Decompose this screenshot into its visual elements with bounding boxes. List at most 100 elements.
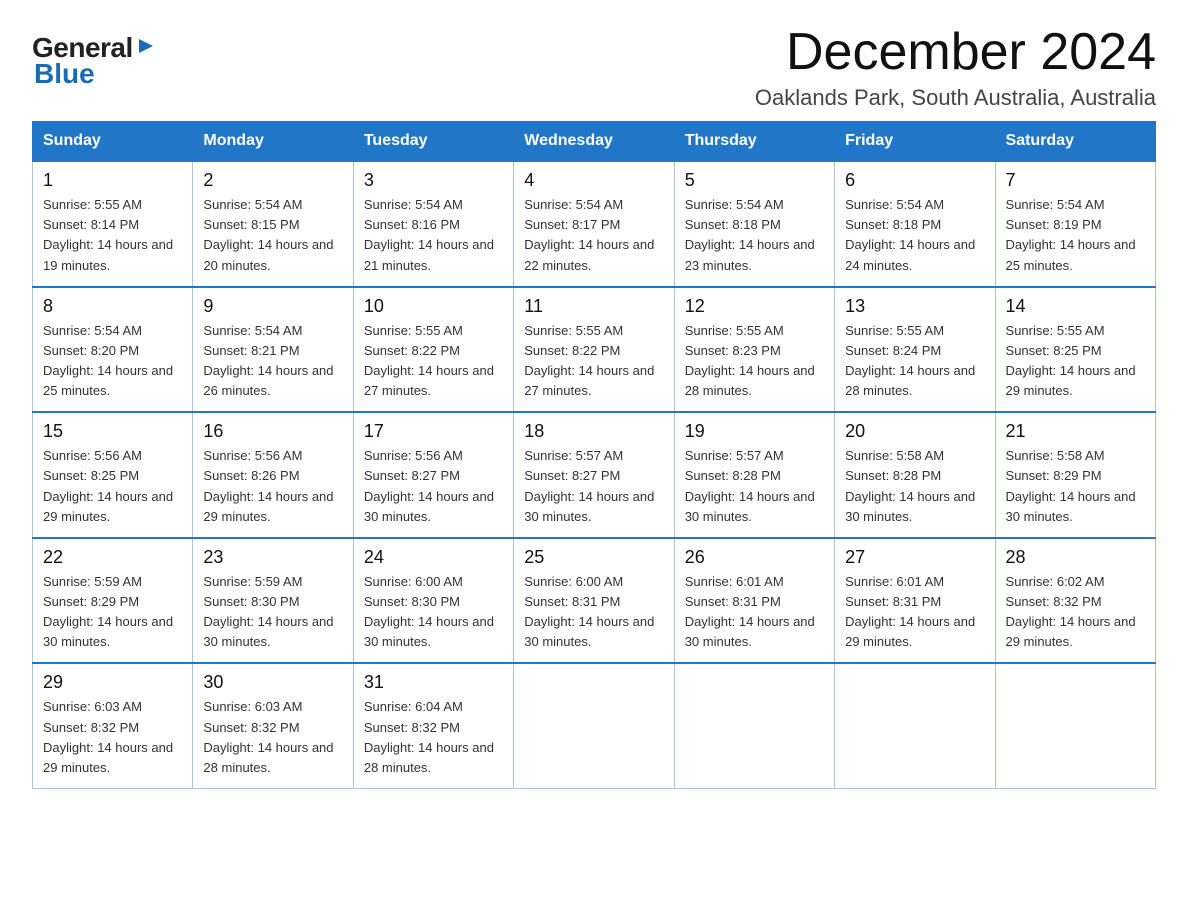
day-info: Sunrise: 5:55 AMSunset: 8:25 PMDaylight:… bbox=[1006, 321, 1145, 402]
page-header: General Blue December 2024 Oaklands Park… bbox=[32, 24, 1156, 111]
day-number: 15 bbox=[43, 421, 182, 442]
day-info: Sunrise: 5:54 AMSunset: 8:18 PMDaylight:… bbox=[845, 195, 984, 276]
calendar-cell: 18Sunrise: 5:57 AMSunset: 8:27 PMDayligh… bbox=[514, 412, 674, 538]
calendar-cell: 23 Sunrise: 5:59 AMSunset: 8:30 PMDayligh… bbox=[193, 538, 353, 664]
calendar-cell: 5 Sunrise: 5:54 AMSunset: 8:18 PMDaylight… bbox=[674, 161, 834, 287]
calendar-cell: 17 Sunrise: 5:56 AMSunset: 8:27 PMDayligh… bbox=[353, 412, 513, 538]
day-number: 5 bbox=[685, 170, 824, 191]
day-number: 26 bbox=[685, 547, 824, 568]
day-info: Sunrise: 5:56 AMSunset: 8:27 PMDaylight:… bbox=[364, 446, 503, 527]
calendar-cell: 14 Sunrise: 5:55 AMSunset: 8:25 PMDayligh… bbox=[995, 287, 1155, 413]
logo-triangle-icon bbox=[135, 39, 157, 57]
calendar-cell: 8 Sunrise: 5:54 AMSunset: 8:20 PMDaylight… bbox=[33, 287, 193, 413]
calendar-cell: 22Sunrise: 5:59 AMSunset: 8:29 PMDayligh… bbox=[33, 538, 193, 664]
day-number: 2 bbox=[203, 170, 342, 191]
day-info: Sunrise: 5:54 AMSunset: 8:21 PMDaylight:… bbox=[203, 321, 342, 402]
day-number: 8 bbox=[43, 296, 182, 317]
day-number: 1 bbox=[43, 170, 182, 191]
day-info: Sunrise: 5:56 AMSunset: 8:25 PMDaylight:… bbox=[43, 446, 182, 527]
day-number: 16 bbox=[203, 421, 342, 442]
weekday-header-tuesday: Tuesday bbox=[353, 122, 513, 162]
day-info: Sunrise: 5:59 AMSunset: 8:30 PMDaylight:… bbox=[203, 572, 342, 653]
day-info: Sunrise: 5:59 AMSunset: 8:29 PMDaylight:… bbox=[43, 572, 182, 653]
calendar-week-row: 22Sunrise: 5:59 AMSunset: 8:29 PMDayligh… bbox=[33, 538, 1156, 664]
logo: General Blue bbox=[32, 32, 157, 90]
day-info: Sunrise: 5:56 AMSunset: 8:26 PMDaylight:… bbox=[203, 446, 342, 527]
weekday-header-monday: Monday bbox=[193, 122, 353, 162]
day-info: Sunrise: 5:58 AMSunset: 8:29 PMDaylight:… bbox=[1006, 446, 1145, 527]
calendar-cell: 4 Sunrise: 5:54 AMSunset: 8:17 PMDaylight… bbox=[514, 161, 674, 287]
calendar-cell: 9 Sunrise: 5:54 AMSunset: 8:21 PMDaylight… bbox=[193, 287, 353, 413]
day-number: 18 bbox=[524, 421, 663, 442]
day-info: Sunrise: 5:55 AMSunset: 8:14 PMDaylight:… bbox=[43, 195, 182, 276]
calendar-cell: 16 Sunrise: 5:56 AMSunset: 8:26 PMDayligh… bbox=[193, 412, 353, 538]
day-info: Sunrise: 6:00 AMSunset: 8:31 PMDaylight:… bbox=[524, 572, 663, 653]
day-info: Sunrise: 6:01 AMSunset: 8:31 PMDaylight:… bbox=[845, 572, 984, 653]
calendar-cell: 29 Sunrise: 6:03 AMSunset: 8:32 PMDayligh… bbox=[33, 663, 193, 788]
day-info: Sunrise: 6:04 AMSunset: 8:32 PMDaylight:… bbox=[364, 697, 503, 778]
weekday-header-wednesday: Wednesday bbox=[514, 122, 674, 162]
day-number: 17 bbox=[364, 421, 503, 442]
calendar-week-row: 8 Sunrise: 5:54 AMSunset: 8:20 PMDaylight… bbox=[33, 287, 1156, 413]
calendar-cell: 30 Sunrise: 6:03 AMSunset: 8:32 PMDayligh… bbox=[193, 663, 353, 788]
day-number: 25 bbox=[524, 547, 663, 568]
day-info: Sunrise: 5:54 AMSunset: 8:19 PMDaylight:… bbox=[1006, 195, 1145, 276]
day-number: 19 bbox=[685, 421, 824, 442]
calendar-header-row: SundayMondayTuesdayWednesdayThursdayFrid… bbox=[33, 122, 1156, 162]
day-info: Sunrise: 6:01 AMSunset: 8:31 PMDaylight:… bbox=[685, 572, 824, 653]
calendar-cell bbox=[995, 663, 1155, 788]
day-info: Sunrise: 6:03 AMSunset: 8:32 PMDaylight:… bbox=[43, 697, 182, 778]
day-number: 6 bbox=[845, 170, 984, 191]
calendar-cell: 20Sunrise: 5:58 AMSunset: 8:28 PMDayligh… bbox=[835, 412, 995, 538]
day-number: 7 bbox=[1006, 170, 1145, 191]
calendar-cell: 2 Sunrise: 5:54 AMSunset: 8:15 PMDaylight… bbox=[193, 161, 353, 287]
day-info: Sunrise: 5:54 AMSunset: 8:15 PMDaylight:… bbox=[203, 195, 342, 276]
day-number: 4 bbox=[524, 170, 663, 191]
day-number: 31 bbox=[364, 672, 503, 693]
day-number: 29 bbox=[43, 672, 182, 693]
calendar-cell: 6 Sunrise: 5:54 AMSunset: 8:18 PMDaylight… bbox=[835, 161, 995, 287]
day-number: 21 bbox=[1006, 421, 1145, 442]
day-info: Sunrise: 5:54 AMSunset: 8:17 PMDaylight:… bbox=[524, 195, 663, 276]
location-title: Oaklands Park, South Australia, Australi… bbox=[755, 85, 1156, 111]
day-number: 28 bbox=[1006, 547, 1145, 568]
weekday-header-thursday: Thursday bbox=[674, 122, 834, 162]
day-info: Sunrise: 5:55 AMSunset: 8:24 PMDaylight:… bbox=[845, 321, 984, 402]
calendar-week-row: 15 Sunrise: 5:56 AMSunset: 8:25 PMDayligh… bbox=[33, 412, 1156, 538]
calendar-cell bbox=[674, 663, 834, 788]
calendar-cell: 19Sunrise: 5:57 AMSunset: 8:28 PMDayligh… bbox=[674, 412, 834, 538]
weekday-header-saturday: Saturday bbox=[995, 122, 1155, 162]
day-number: 23 bbox=[203, 547, 342, 568]
calendar-cell bbox=[835, 663, 995, 788]
calendar-cell: 11 Sunrise: 5:55 AMSunset: 8:22 PMDayligh… bbox=[514, 287, 674, 413]
calendar-cell: 24Sunrise: 6:00 AMSunset: 8:30 PMDayligh… bbox=[353, 538, 513, 664]
calendar-cell: 31 Sunrise: 6:04 AMSunset: 8:32 PMDayligh… bbox=[353, 663, 513, 788]
calendar-cell: 28 Sunrise: 6:02 AMSunset: 8:32 PMDayligh… bbox=[995, 538, 1155, 664]
day-info: Sunrise: 5:55 AMSunset: 8:23 PMDaylight:… bbox=[685, 321, 824, 402]
day-number: 9 bbox=[203, 296, 342, 317]
calendar-cell: 26 Sunrise: 6:01 AMSunset: 8:31 PMDayligh… bbox=[674, 538, 834, 664]
day-info: Sunrise: 5:54 AMSunset: 8:20 PMDaylight:… bbox=[43, 321, 182, 402]
day-number: 30 bbox=[203, 672, 342, 693]
weekday-header-friday: Friday bbox=[835, 122, 995, 162]
weekday-header-sunday: Sunday bbox=[33, 122, 193, 162]
calendar-week-row: 29 Sunrise: 6:03 AMSunset: 8:32 PMDayligh… bbox=[33, 663, 1156, 788]
day-info: Sunrise: 5:54 AMSunset: 8:16 PMDaylight:… bbox=[364, 195, 503, 276]
day-number: 11 bbox=[524, 296, 663, 317]
day-info: Sunrise: 6:03 AMSunset: 8:32 PMDaylight:… bbox=[203, 697, 342, 778]
calendar-cell: 13 Sunrise: 5:55 AMSunset: 8:24 PMDayligh… bbox=[835, 287, 995, 413]
calendar-cell: 12Sunrise: 5:55 AMSunset: 8:23 PMDayligh… bbox=[674, 287, 834, 413]
day-info: Sunrise: 5:58 AMSunset: 8:28 PMDaylight:… bbox=[845, 446, 984, 527]
calendar-cell: 21 Sunrise: 5:58 AMSunset: 8:29 PMDayligh… bbox=[995, 412, 1155, 538]
day-info: Sunrise: 6:00 AMSunset: 8:30 PMDaylight:… bbox=[364, 572, 503, 653]
calendar-cell: 25 Sunrise: 6:00 AMSunset: 8:31 PMDayligh… bbox=[514, 538, 674, 664]
day-info: Sunrise: 5:55 AMSunset: 8:22 PMDaylight:… bbox=[524, 321, 663, 402]
calendar-cell bbox=[514, 663, 674, 788]
calendar-cell: 7 Sunrise: 5:54 AMSunset: 8:19 PMDaylight… bbox=[995, 161, 1155, 287]
day-number: 14 bbox=[1006, 296, 1145, 317]
day-info: Sunrise: 6:02 AMSunset: 8:32 PMDaylight:… bbox=[1006, 572, 1145, 653]
calendar-cell: 1 Sunrise: 5:55 AMSunset: 8:14 PMDaylight… bbox=[33, 161, 193, 287]
day-info: Sunrise: 5:54 AMSunset: 8:18 PMDaylight:… bbox=[685, 195, 824, 276]
day-number: 3 bbox=[364, 170, 503, 191]
day-number: 13 bbox=[845, 296, 984, 317]
